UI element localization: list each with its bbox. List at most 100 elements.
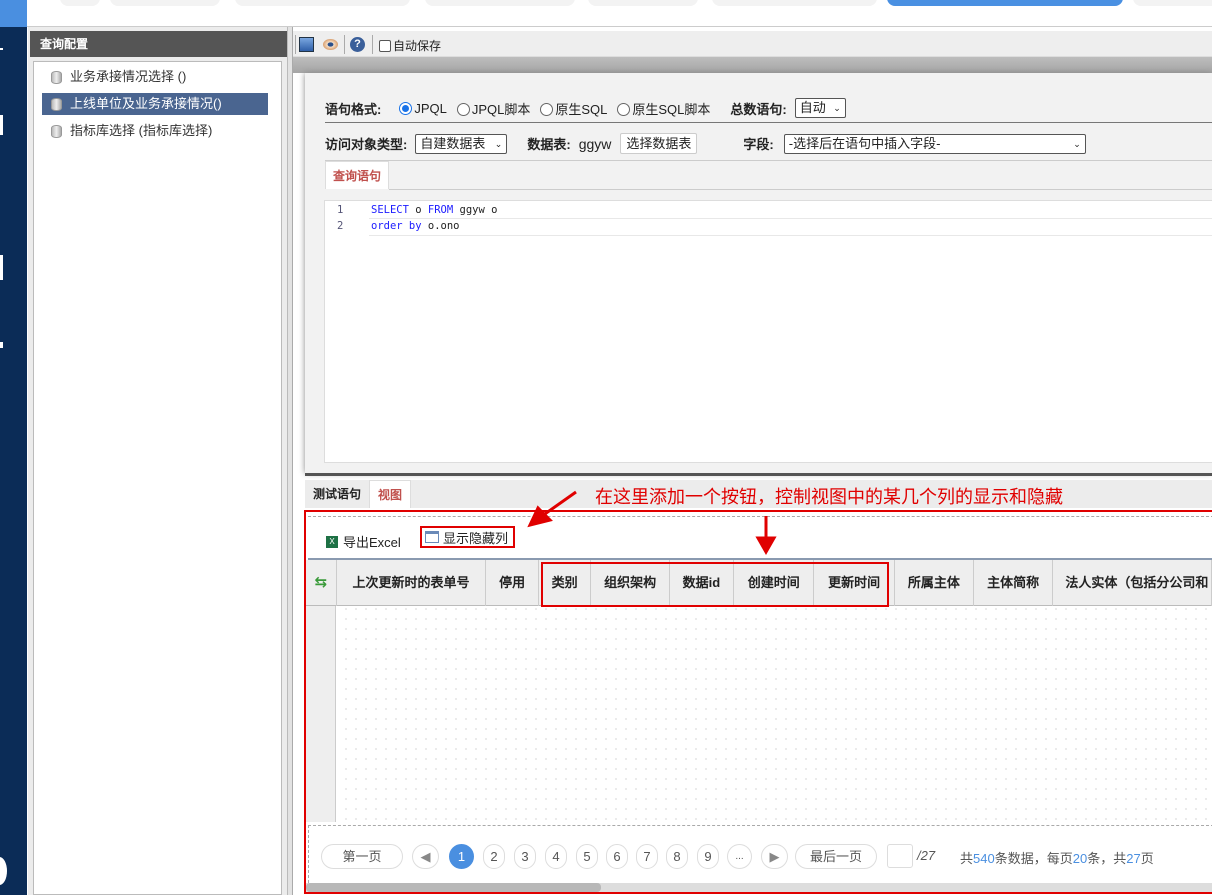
top-tab[interactable] bbox=[60, 0, 100, 6]
database-icon bbox=[51, 71, 62, 84]
divider bbox=[325, 160, 1212, 161]
summary-text: 共 bbox=[960, 851, 974, 866]
chevron-down-icon: ⌄ bbox=[1073, 138, 1081, 149]
panel-title: 查询配置 bbox=[30, 31, 287, 57]
total-records: 540 bbox=[973, 851, 995, 866]
keyword: FROM bbox=[427, 204, 454, 216]
code-text: o.ono bbox=[421, 220, 460, 232]
field-select[interactable]: -选择后在语句中插入字段- ⌄ bbox=[783, 133, 1086, 154]
select-value: -选择后在语句中插入字段- bbox=[788, 135, 941, 151]
top-tab[interactable] bbox=[1133, 0, 1212, 6]
user-avatar[interactable] bbox=[0, 857, 7, 885]
top-tab[interactable] bbox=[425, 0, 575, 6]
radio-jpql[interactable]: JPQL bbox=[391, 101, 447, 116]
nav-rail-logo[interactable] bbox=[0, 0, 27, 27]
top-tab-active[interactable] bbox=[887, 0, 1123, 6]
toggle-columns-button[interactable]: 显示隐藏列 bbox=[420, 526, 515, 548]
top-tab[interactable] bbox=[235, 0, 410, 6]
page-button[interactable]: 7 bbox=[636, 844, 658, 869]
radio-native-sql[interactable]: 原生SQL bbox=[530, 99, 607, 118]
grid-body bbox=[337, 606, 1212, 822]
arrow-head-icon bbox=[755, 536, 777, 556]
top-tab[interactable] bbox=[110, 0, 220, 6]
column-header[interactable]: 所属主体 bbox=[895, 560, 975, 606]
nav-icon[interactable] bbox=[0, 255, 3, 280]
object-type-label: 访问对象类型: bbox=[325, 137, 408, 152]
top-tab[interactable] bbox=[712, 0, 877, 6]
column-header[interactable]: 法人实体（包括分公司和 bbox=[1053, 560, 1212, 606]
summary-text: 页 bbox=[1140, 851, 1154, 866]
page-ellipsis[interactable]: ... bbox=[727, 844, 752, 869]
divider bbox=[325, 122, 1212, 123]
page-button[interactable]: 1 bbox=[449, 844, 474, 869]
first-page-button[interactable]: 第一页 bbox=[321, 844, 403, 869]
list-item[interactable]: 业务承接情况选择 () bbox=[42, 66, 268, 88]
code-editor[interactable]: 1 SELECT o FROM ggyw o 2 order by o.ono bbox=[324, 200, 1212, 463]
total-pages-label: /27 bbox=[917, 848, 936, 863]
last-page-button[interactable]: 最后一页 bbox=[795, 844, 877, 869]
code-text: ggyw o bbox=[453, 204, 498, 216]
tab-query-statement[interactable]: 查询语句 bbox=[325, 161, 389, 189]
page-button[interactable]: 9 bbox=[697, 844, 719, 869]
top-tab[interactable] bbox=[588, 0, 698, 6]
select-value: 自建数据表 bbox=[420, 135, 486, 151]
window-icon bbox=[425, 531, 439, 543]
page-button[interactable]: 4 bbox=[545, 844, 567, 869]
keyword: SELECT bbox=[371, 204, 409, 216]
choose-table-button[interactable]: 选择数据表 bbox=[620, 133, 698, 154]
tab-test-statement[interactable]: 测试语句 bbox=[305, 480, 369, 508]
summary-text: 条，共 bbox=[1087, 851, 1127, 866]
total-pages: 27 bbox=[1126, 851, 1141, 866]
count-label: 总数语句: bbox=[730, 101, 787, 117]
panel-divider[interactable] bbox=[305, 473, 1212, 476]
export-excel-button[interactable]: X 导出Excel bbox=[326, 532, 401, 551]
nav-icon[interactable] bbox=[0, 48, 3, 50]
panel-splitter[interactable] bbox=[288, 27, 293, 895]
count-select[interactable]: 自动 ⌄ bbox=[794, 98, 846, 118]
refresh-icon[interactable]: ⇆ bbox=[306, 560, 337, 606]
table-value: ggyw bbox=[578, 135, 612, 152]
object-type-select[interactable]: 自建数据表 ⌄ bbox=[415, 133, 508, 154]
prev-page-button[interactable]: ◀ bbox=[412, 844, 439, 869]
page-button[interactable]: 8 bbox=[666, 844, 688, 869]
pager-summary: 共540条数据，每页20条，共27页 bbox=[960, 848, 1154, 867]
save-icon[interactable] bbox=[299, 37, 314, 52]
list-item-selected[interactable]: 上线单位及业务承接情况() bbox=[42, 93, 268, 115]
help-icon[interactable]: ? bbox=[350, 37, 365, 52]
tab-view[interactable]: 视图 bbox=[369, 480, 412, 508]
column-header[interactable]: 停用 bbox=[486, 560, 539, 606]
annotation-highlight-columns bbox=[541, 562, 889, 607]
nav-icon[interactable] bbox=[0, 115, 3, 135]
column-header[interactable]: 上次更新时的表单号 bbox=[337, 560, 487, 606]
format-row: 语句格式: JPQL JPQL脚本 原生SQL 原生SQL脚本 总数语句: 自动… bbox=[325, 98, 846, 118]
database-icon bbox=[51, 98, 62, 111]
autosave-checkbox[interactable]: 自动保存 bbox=[379, 37, 441, 54]
page-button[interactable]: 6 bbox=[606, 844, 628, 869]
radio-native-sql-script[interactable]: 原生SQL脚本 bbox=[607, 99, 710, 118]
summary-text: 条数据，每页 bbox=[994, 851, 1073, 866]
radio-jpql-script[interactable]: JPQL脚本 bbox=[447, 99, 530, 118]
code-text: o bbox=[408, 204, 428, 216]
autosave-label: 自动保存 bbox=[393, 39, 442, 53]
chevron-down-icon: ⌄ bbox=[494, 138, 503, 149]
list-item-label: 指标库选择 (指标库选择) bbox=[70, 123, 213, 138]
divider bbox=[389, 189, 1212, 190]
line-number: 2 bbox=[337, 220, 344, 232]
column-header[interactable]: 主体简称 bbox=[974, 560, 1054, 606]
excel-icon: X bbox=[326, 535, 338, 548]
horizontal-scrollbar[interactable] bbox=[306, 883, 1212, 892]
preview-eye-icon[interactable] bbox=[323, 39, 338, 50]
checkbox[interactable] bbox=[379, 39, 391, 52]
scrollbar-thumb[interactable] bbox=[306, 883, 601, 892]
nav-icon[interactable] bbox=[0, 342, 3, 348]
select-value: 自动 bbox=[799, 100, 826, 115]
list-item[interactable]: 指标库选择 (指标库选择) bbox=[42, 120, 268, 142]
header-bar bbox=[293, 57, 1212, 73]
next-page-button[interactable]: ▶ bbox=[761, 844, 788, 869]
page-button[interactable]: 3 bbox=[514, 844, 536, 869]
radio-label: JPQL bbox=[414, 100, 447, 116]
page-number-input[interactable] bbox=[887, 844, 913, 868]
page-button[interactable]: 2 bbox=[483, 844, 505, 869]
browser-top-tabs bbox=[0, 0, 1212, 27]
page-button[interactable]: 5 bbox=[576, 844, 598, 869]
